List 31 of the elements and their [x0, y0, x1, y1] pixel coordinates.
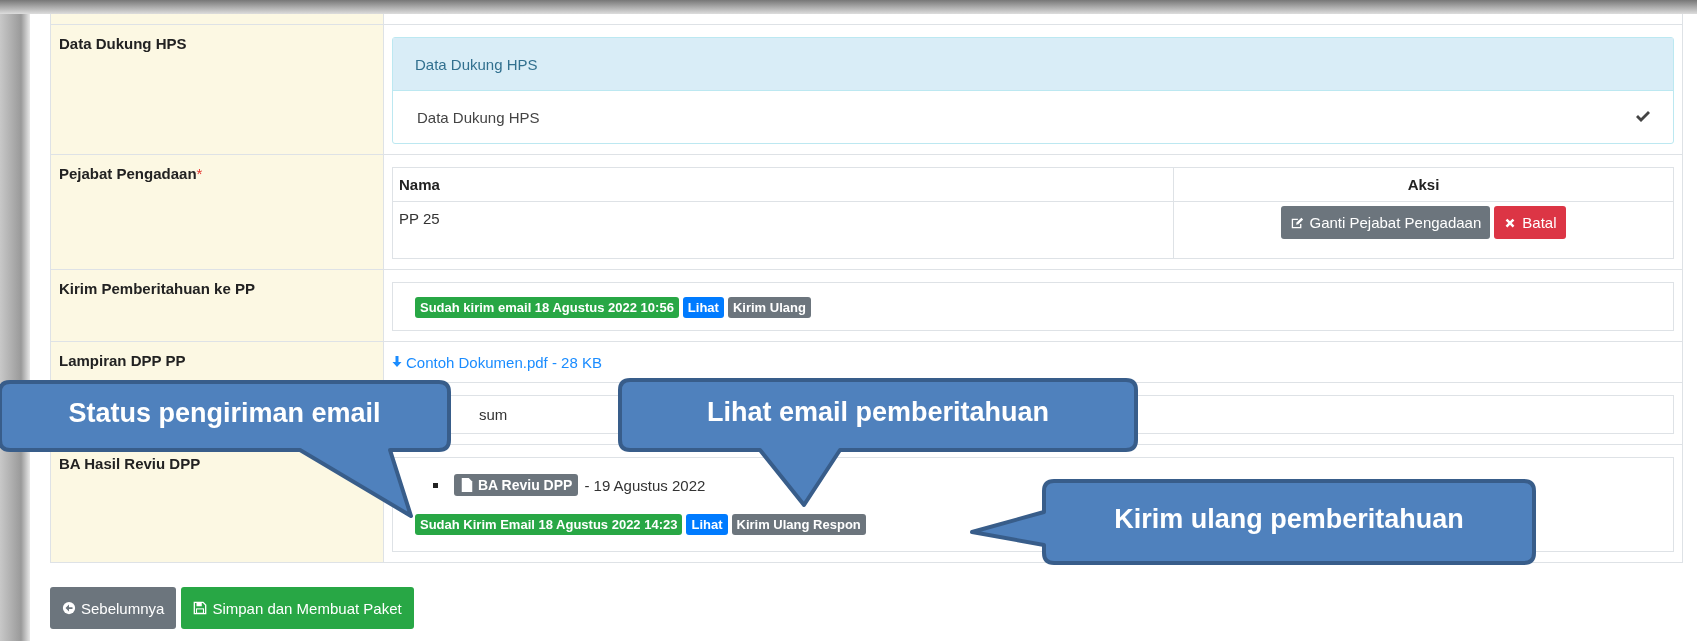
bullet-icon: [433, 482, 438, 488]
resend-button[interactable]: Kirim Ulang: [727, 297, 811, 318]
resend-button[interactable]: Kirim Ulang Respon: [731, 514, 866, 535]
save-icon: [193, 601, 208, 615]
column-header: Aksi: [1173, 168, 1673, 202]
back-button[interactable]: Sebelumnya: [50, 587, 177, 629]
callout-bubble: Kirim ulang pemberitahuan: [972, 481, 1534, 563]
file-link[interactable]: Contoh Dokumen.pdf - 28 KB: [392, 354, 602, 371]
field-label: Lampiran DPP PP: [59, 352, 186, 369]
panel-heading: Data Dukung HPS: [393, 38, 1673, 91]
edit-icon: [1290, 215, 1305, 230]
field-label: Data Dukung HPS: [59, 35, 187, 52]
document-button[interactable]: BA Reviu DPP: [454, 474, 579, 496]
view-link[interactable]: Lihat: [686, 514, 728, 535]
field-label: Kirim Pemberitahuan ke PP: [59, 280, 255, 297]
field-label: BA Hasil Reviu DPP: [59, 455, 201, 472]
status-badge: Sudah Kirim Email 18 Agustus 2022 14:23: [415, 514, 683, 535]
attachment-item: Data Dukung HPS: [417, 108, 540, 126]
back-arrow-icon: [62, 601, 76, 615]
status-badge: Sudah kirim email 18 Agustus 2022 10:56: [415, 297, 679, 318]
cancel-button[interactable]: Batal: [1494, 206, 1566, 239]
column-header: Nama: [393, 168, 1173, 202]
table-cell: PP 25: [399, 210, 440, 227]
file-icon: [460, 478, 474, 492]
document-date: - 19 Agustus 2022: [584, 476, 706, 494]
download-icon: [392, 356, 402, 369]
change-official-button[interactable]: Ganti Pejabat Pengadaan: [1281, 206, 1491, 239]
save-button[interactable]: Simpan dan Membuat Paket: [181, 587, 414, 629]
field-label: Pejabat Pengadaan*: [59, 165, 203, 182]
view-link[interactable]: Lihat: [682, 297, 724, 318]
field-value: sum: [479, 406, 508, 423]
